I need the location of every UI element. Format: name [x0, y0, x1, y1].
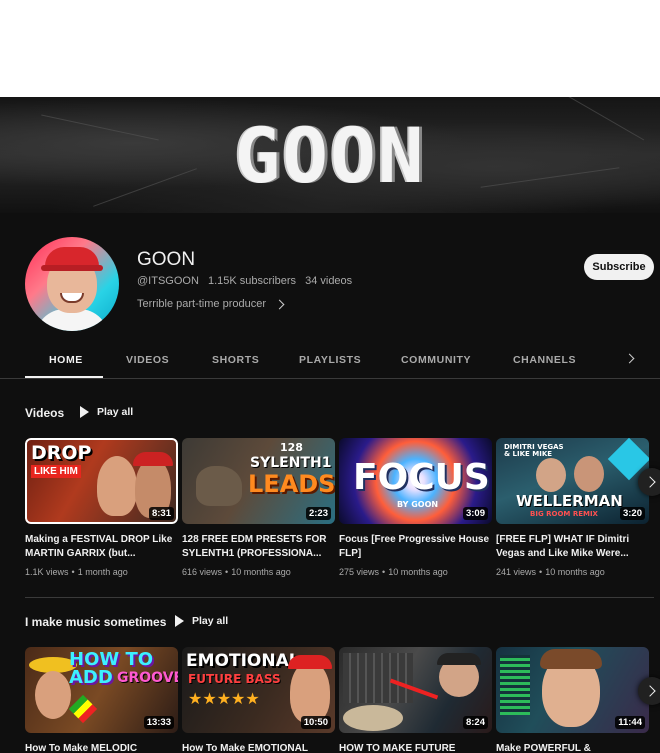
video-title[interactable]: 128 FREE EDM PRESETS FOR SYLENTH1 (PROFE… — [182, 533, 335, 561]
video-title[interactable]: How To Make MELODIC — [25, 742, 178, 753]
play-all-label: Play all — [192, 615, 229, 627]
video-duration: 13:33 — [143, 716, 174, 729]
video-thumbnail[interactable]: FOCUS BY GOON 3:09 — [339, 438, 492, 524]
chevron-right-icon — [274, 299, 285, 309]
channel-tabs: HOME VIDEOS SHORTS PLAYLISTS COMMUNITY C… — [0, 341, 660, 379]
channel-handle: @ITSGOON — [137, 275, 199, 287]
video-meta: 1.1K views • 1 month ago — [25, 567, 128, 577]
top-blank-area — [0, 0, 660, 97]
video-count: 34 videos — [305, 275, 353, 287]
video-card[interactable]: HOW TO ADD GROOVE 13:33 How To Make MELO… — [25, 647, 178, 753]
video-card[interactable]: 8:24 HOW TO MAKE FUTURE — [339, 647, 492, 753]
play-icon — [80, 406, 89, 418]
video-title[interactable]: Making a FESTIVAL DROP Like MARTIN GARRI… — [25, 533, 178, 561]
video-title[interactable]: How To Make EMOTIONAL — [182, 742, 335, 753]
video-thumbnail[interactable]: 8:24 — [339, 647, 492, 733]
video-age: 1 month ago — [77, 567, 128, 577]
video-title[interactable]: [FREE FLP] WHAT IF Dimitri Vegas and Lik… — [496, 533, 649, 561]
video-age: 10 months ago — [545, 567, 605, 577]
section-divider — [25, 597, 654, 598]
video-views: 616 views — [182, 567, 223, 577]
video-card[interactable]: EMOTIONAL FUTURE BASS ★★★★★ 10:50 How To… — [182, 647, 335, 753]
tab-home[interactable]: HOME — [49, 354, 83, 366]
video-card[interactable]: DIMITRI VEGAS & LIKE MIKE WELLERMAN BIG R… — [496, 438, 649, 577]
tab-playlists[interactable]: PLAYLISTS — [299, 354, 361, 366]
banner-title: GOON — [234, 111, 426, 200]
video-title[interactable]: Focus [Free Progressive House FLP] — [339, 533, 492, 561]
video-thumbnail[interactable]: 11:44 — [496, 647, 649, 733]
play-icon — [175, 615, 184, 627]
video-thumbnail[interactable]: DIMITRI VEGAS & LIKE MIKE WELLERMAN BIG R… — [496, 438, 649, 524]
video-age: 10 months ago — [231, 567, 291, 577]
tab-channels[interactable]: CHANNELS — [513, 354, 576, 366]
video-meta: 275 views • 10 months ago — [339, 567, 448, 577]
channel-name: GOON — [137, 249, 196, 270]
video-title[interactable]: Make POWERFUL & — [496, 742, 649, 753]
video-meta: 616 views • 10 months ago — [182, 567, 291, 577]
channel-meta: @ITSGOON 1.15K subscribers 34 videos — [137, 275, 358, 287]
play-all-button[interactable]: Play all — [80, 406, 133, 418]
channel-description-text: Terrible part-time producer — [137, 298, 266, 310]
tab-community[interactable]: COMMUNITY — [401, 354, 471, 366]
video-thumbnail[interactable]: 128 SYLENTH1 LEADS 2:23 — [182, 438, 335, 524]
row-next-chevron-icon[interactable] — [638, 468, 660, 496]
play-all-button[interactable]: Play all — [175, 615, 228, 627]
tabs-next-chevron-icon[interactable] — [624, 353, 635, 364]
video-views: 241 views — [496, 567, 537, 577]
channel-page: GOON GOON @ITSGOON 1.15K subscribers 34 … — [0, 97, 660, 753]
video-thumbnail[interactable]: HOW TO ADD GROOVE 13:33 — [25, 647, 178, 733]
play-all-label: Play all — [97, 406, 134, 418]
video-views: 1.1K views — [25, 567, 69, 577]
video-duration: 10:50 — [300, 716, 331, 729]
video-card[interactable]: FOCUS BY GOON 3:09 Focus [Free Progressi… — [339, 438, 492, 577]
channel-description[interactable]: Terrible part-time producer — [137, 298, 285, 310]
video-duration: 3:20 — [619, 507, 645, 520]
video-card[interactable]: DROP LIKE HIM 8:31 Making a FESTIVAL DRO… — [25, 438, 178, 577]
section-title-music: I make music sometimes — [25, 615, 167, 629]
video-duration: 11:44 — [615, 716, 645, 729]
subscriber-count: 1.15K subscribers — [207, 275, 297, 287]
video-views: 275 views — [339, 567, 380, 577]
channel-banner: GOON — [0, 97, 660, 213]
subscribe-button[interactable]: Subscribe — [584, 254, 654, 280]
channel-avatar[interactable] — [25, 237, 119, 331]
tab-shorts[interactable]: SHORTS — [212, 354, 259, 366]
tab-videos[interactable]: VIDEOS — [126, 354, 169, 366]
video-thumbnail[interactable]: EMOTIONAL FUTURE BASS ★★★★★ 10:50 — [182, 647, 335, 733]
section-title-videos: Videos — [25, 406, 65, 420]
video-duration: 8:31 — [148, 507, 174, 520]
video-card[interactable]: 11:44 Make POWERFUL & — [496, 647, 649, 753]
row-next-chevron-icon[interactable] — [638, 677, 660, 705]
video-age: 10 months ago — [388, 567, 448, 577]
video-duration: 2:23 — [305, 507, 331, 520]
active-tab-indicator — [25, 376, 103, 378]
video-duration: 3:09 — [462, 507, 488, 520]
video-thumbnail[interactable]: DROP LIKE HIM 8:31 — [25, 438, 178, 524]
video-meta: 241 views • 10 months ago — [496, 567, 605, 577]
video-title[interactable]: HOW TO MAKE FUTURE — [339, 742, 492, 753]
video-duration: 8:24 — [462, 716, 488, 729]
video-card[interactable]: 128 SYLENTH1 LEADS 2:23 128 FREE EDM PRE… — [182, 438, 335, 577]
